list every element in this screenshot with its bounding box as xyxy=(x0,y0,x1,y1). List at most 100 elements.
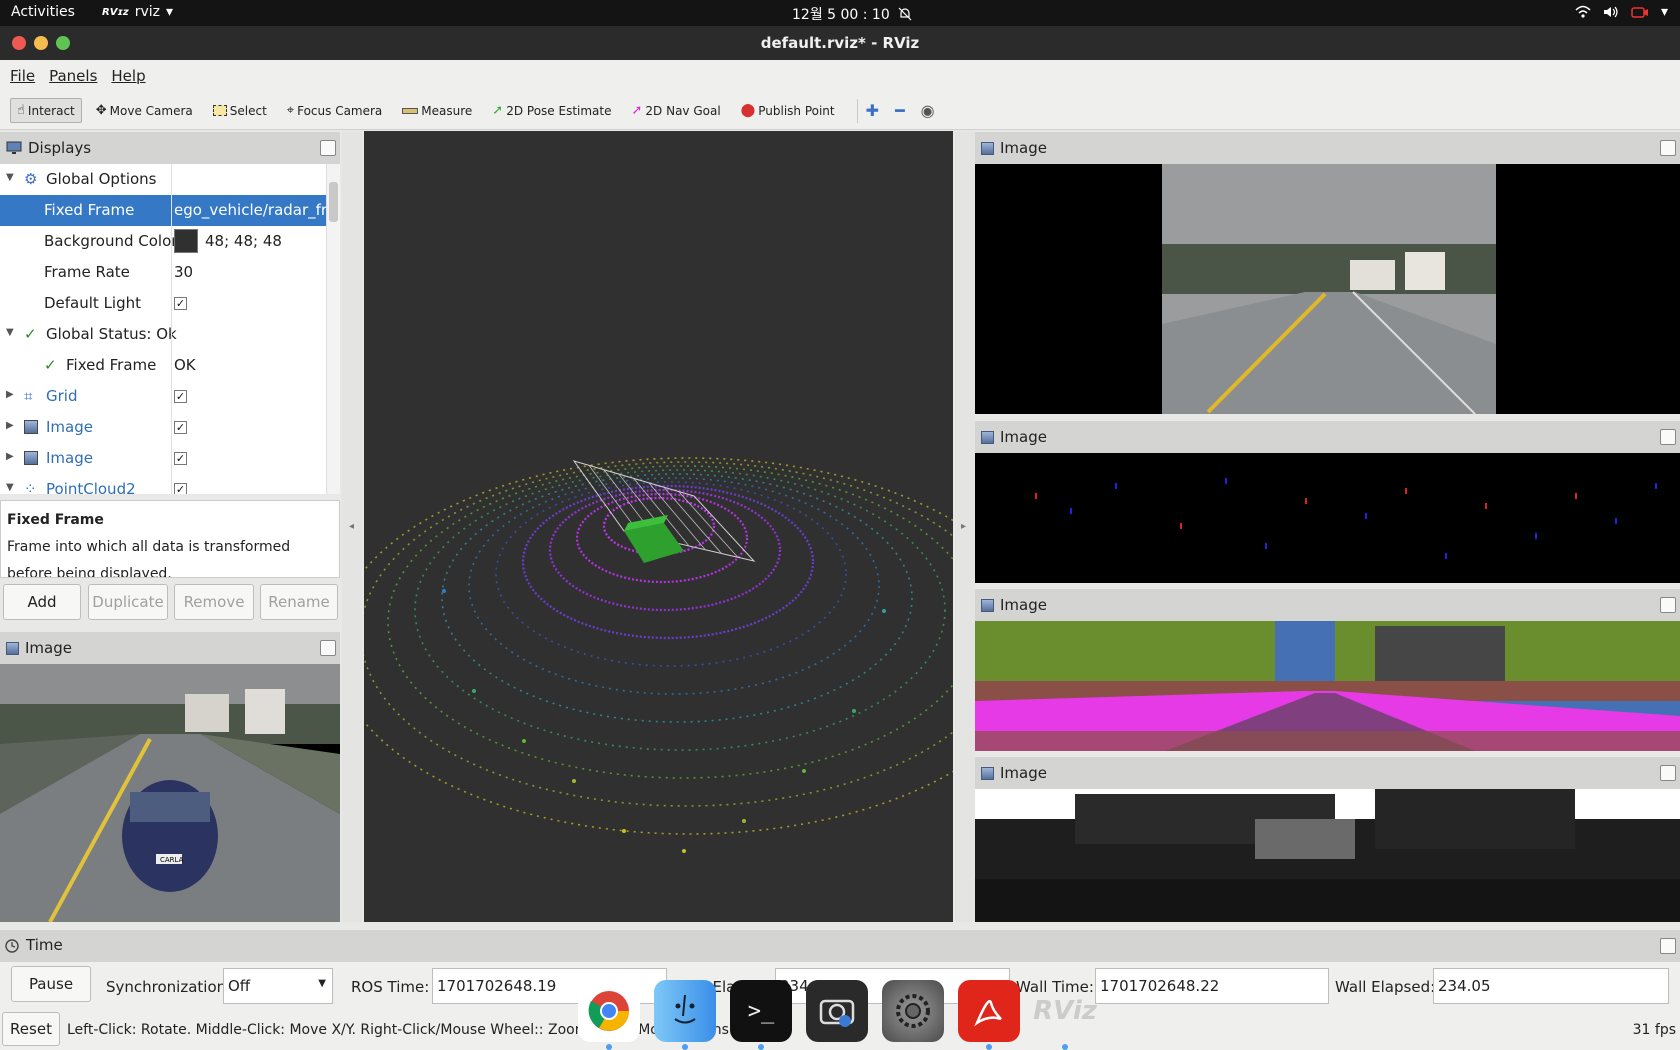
panel-float-checkbox[interactable] xyxy=(1660,597,1676,613)
add-display-button[interactable]: Add xyxy=(3,584,81,620)
publish-point-tool-button[interactable]: ⬤ Publish Point xyxy=(735,99,841,122)
image-icon xyxy=(6,641,19,655)
panel-float-checkbox[interactable] xyxy=(1660,938,1676,954)
panel-float-checkbox[interactable] xyxy=(320,640,336,656)
collapsed-arrow-icon[interactable]: ▶ xyxy=(6,389,14,400)
focus-camera-tool-button[interactable]: ⌖ Focus Camera xyxy=(281,99,389,122)
tree-row-fixed-frame[interactable]: Fixed Frame ego_vehicle/radar_fr... xyxy=(0,195,330,226)
finder-icon[interactable] xyxy=(654,980,716,1050)
chase-camera-scene: CARLA xyxy=(0,664,340,922)
screenshot-icon[interactable] xyxy=(806,980,868,1042)
measure-label: Measure xyxy=(421,103,473,118)
select-tool-button[interactable]: Select xyxy=(207,100,273,122)
menu-bar: File Panels Help xyxy=(0,60,1680,92)
description-title: Fixed Frame xyxy=(7,512,104,528)
expand-arrow-icon[interactable]: ▼ xyxy=(6,327,14,338)
panel-float-checkbox[interactable] xyxy=(320,140,336,156)
status-value: OK xyxy=(174,356,196,374)
panel-float-checkbox[interactable] xyxy=(1660,765,1676,781)
pause-button[interactable]: Pause xyxy=(11,966,91,1002)
left-image-panel-header: Image xyxy=(0,632,340,664)
rviz-dock-label: RViz xyxy=(1033,996,1097,1026)
expand-arrow-icon[interactable]: ▼ xyxy=(6,482,14,493)
image-panel-title: Image xyxy=(25,639,72,657)
tree-row-frame-rate[interactable]: Frame Rate 30 xyxy=(0,257,326,288)
measure-tool-button[interactable]: Measure xyxy=(396,100,478,122)
menu-help[interactable]: Help xyxy=(111,67,145,85)
activities-button[interactable]: Activities xyxy=(11,4,75,20)
expand-arrow-icon[interactable]: ▼ xyxy=(6,172,14,183)
right-image-panel-2-header: Image xyxy=(975,421,1680,453)
displays-title: Displays xyxy=(28,139,92,157)
panel-float-checkbox[interactable] xyxy=(1660,429,1676,445)
default-light-checkbox[interactable]: ✓ xyxy=(174,297,187,310)
rviz-icon[interactable]: RViz xyxy=(1033,980,1097,1050)
pose-estimate-tool-button[interactable]: ➚ 2D Pose Estimate xyxy=(486,99,617,122)
acrobat-icon[interactable] xyxy=(958,980,1020,1050)
tree-row-background-color[interactable]: Background Color 48; 48; 48 xyxy=(0,226,326,257)
grid-enabled-checkbox[interactable]: ✓ xyxy=(174,390,187,403)
publish-point-label: Publish Point xyxy=(758,103,835,118)
tree-scrollbar[interactable] xyxy=(326,164,340,494)
tree-row-global-status[interactable]: ▼ ✓ Global Status: Ok xyxy=(0,319,326,350)
image-icon xyxy=(981,141,994,155)
wall-elapsed-label: Wall Elapsed: xyxy=(1335,978,1436,996)
panel-float-checkbox[interactable] xyxy=(1660,140,1676,156)
rename-display-button[interactable]: Rename xyxy=(260,584,338,620)
tree-row-default-light[interactable]: Default Light ✓ xyxy=(0,288,326,319)
collapsed-arrow-icon[interactable]: ▶ xyxy=(6,420,14,431)
tree-row-grid[interactable]: ▶ ⌗ Grid ✓ xyxy=(0,381,326,412)
move-camera-tool-button[interactable]: ✥ Move Camera xyxy=(90,99,199,122)
wall-time-field[interactable]: 1701702648.22 xyxy=(1095,968,1329,1004)
pointcloud-enabled-checkbox[interactable]: ✓ xyxy=(174,483,187,494)
window-title-bar: default.rviz* - RViz xyxy=(0,26,1680,60)
move-camera-label: Move Camera xyxy=(109,103,193,118)
nav-goal-tool-button[interactable]: ➚ 2D Nav Goal xyxy=(626,99,727,122)
lidar-point xyxy=(572,779,576,783)
3d-viewport[interactable] xyxy=(364,131,953,922)
image-enabled-checkbox[interactable]: ✓ xyxy=(174,421,187,434)
radar-point xyxy=(1180,523,1182,529)
tree-row-global-options[interactable]: ▼ ⚙ Global Options xyxy=(0,164,326,195)
lidar-point xyxy=(442,589,446,593)
remove-display-button[interactable]: Remove xyxy=(174,584,254,620)
menu-panels[interactable]: Panels xyxy=(49,67,97,85)
menu-file[interactable]: File xyxy=(10,67,35,85)
settings-icon[interactable] xyxy=(882,980,944,1042)
fps-readout: 31 fps xyxy=(1632,1022,1676,1038)
chrome-icon[interactable] xyxy=(578,980,640,1050)
add-tool-plus-icon[interactable]: ✚ xyxy=(866,101,879,120)
pointcloud-scene[interactable] xyxy=(364,131,953,922)
background-color-value[interactable]: 48; 48; 48 xyxy=(205,232,282,250)
tree-row-image-2[interactable]: ▶ Image ✓ xyxy=(0,443,326,474)
left-splitter-handle[interactable]: ◂ xyxy=(342,131,362,922)
sync-select[interactable]: Off ▼ xyxy=(223,968,333,1004)
select-box-icon xyxy=(212,105,227,116)
tree-row-image-1[interactable]: ▶ Image ✓ xyxy=(0,412,326,443)
scroll-thumb[interactable] xyxy=(329,182,338,222)
fixed-frame-value[interactable]: ego_vehicle/radar_fr... xyxy=(174,201,330,219)
wall-elapsed-field[interactable]: 234.05 xyxy=(1433,968,1669,1004)
tool-properties-eye-icon[interactable]: ◉ xyxy=(921,101,935,120)
image-icon xyxy=(24,451,38,465)
remove-tool-minus-icon[interactable]: ━ xyxy=(895,101,905,120)
time-panel-header: Time xyxy=(0,930,1680,962)
frame-rate-value[interactable]: 30 xyxy=(174,263,193,281)
duplicate-display-button[interactable]: Duplicate xyxy=(88,584,168,620)
interact-tool-button[interactable]: ☝ Interact xyxy=(10,98,82,123)
terminal-icon[interactable]: >_ xyxy=(730,980,792,1050)
color-swatch[interactable] xyxy=(174,229,198,253)
image-enabled-checkbox[interactable]: ✓ xyxy=(174,452,187,465)
collapsed-arrow-icon[interactable]: ▶ xyxy=(6,451,14,462)
system-tray[interactable]: ▾ xyxy=(1575,4,1668,20)
clock[interactable]: 12월 5 00 : 10 xyxy=(792,4,912,24)
reset-button[interactable]: Reset xyxy=(2,1012,60,1046)
tree-row-status-fixed-frame[interactable]: ✓ Fixed Frame OK xyxy=(0,350,326,381)
radar-projection-image xyxy=(975,453,1680,583)
grid-icon: ⌗ xyxy=(24,387,33,405)
tree-row-pointcloud[interactable]: ▼ ⁘ PointCloud2 ✓ xyxy=(0,474,326,494)
right-splitter-handle[interactable]: ▸ xyxy=(955,131,975,922)
focus-camera-label: Focus Camera xyxy=(297,103,383,118)
app-menu[interactable]: RVɪz rviz ▾ xyxy=(102,4,173,20)
image-icon xyxy=(24,420,38,434)
